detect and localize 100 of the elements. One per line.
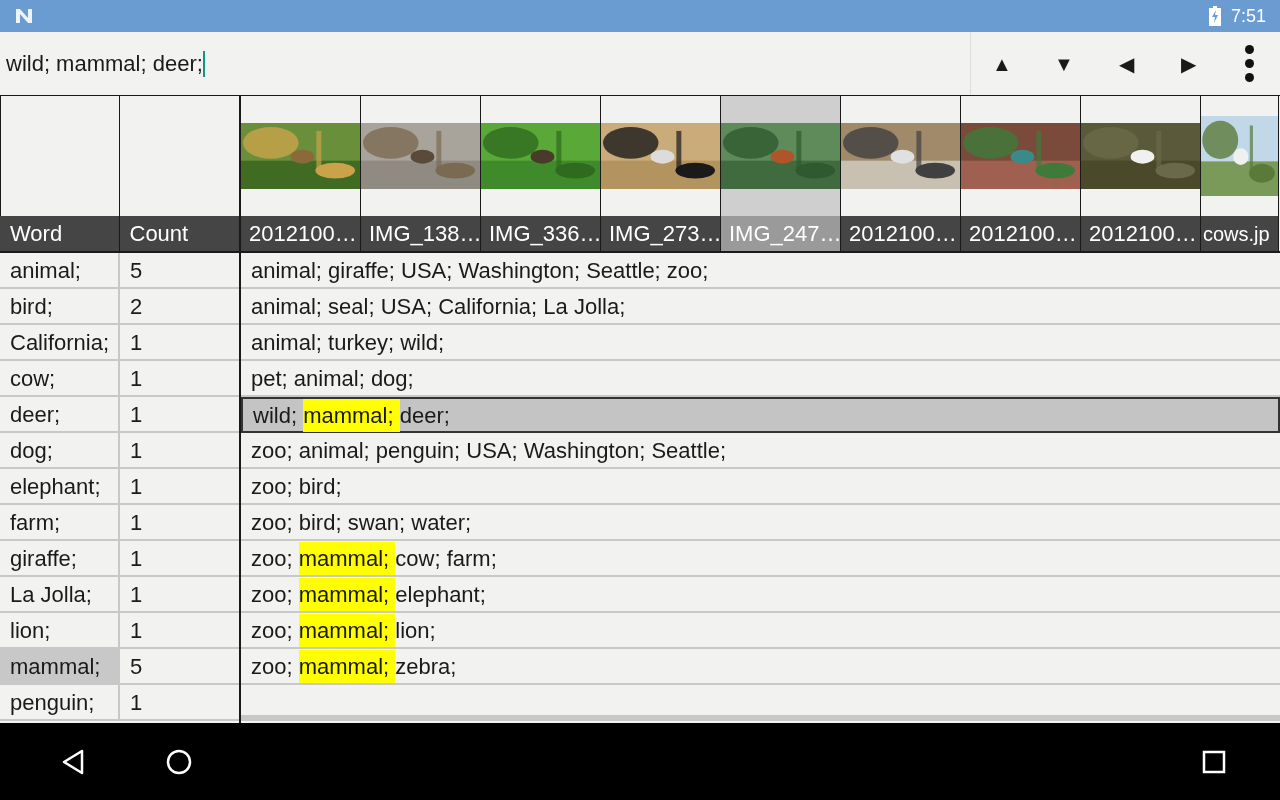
search-field[interactable]: wild; mammal; deer; bbox=[0, 32, 970, 95]
tag-text: zoo; bbox=[251, 472, 294, 501]
tag-text: mammal; bbox=[298, 649, 396, 683]
word-cell[interactable]: California; bbox=[0, 325, 120, 359]
tag-text: giraffe; bbox=[328, 256, 396, 285]
count-cell-text: 1 bbox=[129, 328, 144, 357]
tag-text: animal; bbox=[251, 292, 323, 321]
count-cell-text: 1 bbox=[129, 616, 144, 645]
nav-button[interactable]: ▼ bbox=[1033, 32, 1095, 95]
caption-row[interactable]: zoo; bird; swan; water; bbox=[241, 505, 1280, 541]
tag-text: zebra; bbox=[395, 652, 457, 681]
tag-text: wild; bbox=[400, 328, 445, 357]
count-cell-text: 2 bbox=[129, 292, 144, 321]
thumbnail-tile[interactable]: IMG_336… bbox=[481, 96, 601, 251]
nav-button[interactable]: ▲ bbox=[971, 32, 1033, 95]
tag-text: animal; bbox=[251, 328, 323, 357]
caption-row[interactable]: zoo; mammal; elephant; bbox=[241, 577, 1280, 613]
tag-text: dog; bbox=[370, 364, 414, 393]
recents-icon[interactable] bbox=[1202, 749, 1226, 774]
caption-row[interactable]: animal; turkey; wild; bbox=[241, 325, 1280, 361]
tag-text: USA; bbox=[380, 292, 433, 321]
tag-text: USA; bbox=[466, 436, 519, 465]
tag-text: cow; bbox=[395, 544, 442, 573]
count-cell-text: 5 bbox=[129, 256, 144, 285]
tag-text: bird; bbox=[298, 508, 343, 537]
count-cell-text: 1 bbox=[129, 364, 144, 393]
caption-row[interactable]: zoo; bird; bbox=[241, 469, 1280, 505]
tag-text: farm; bbox=[446, 544, 497, 573]
word-cell[interactable]: deer; bbox=[0, 397, 120, 431]
word-cell[interactable]: bird; bbox=[0, 289, 120, 323]
tag-text: zoo; bbox=[251, 652, 294, 681]
count-cell-text: 1 bbox=[129, 580, 144, 609]
thumbnail-label: 2012100… bbox=[841, 216, 960, 251]
tag-text: zoo; bbox=[666, 256, 709, 285]
tag-text: elephant; bbox=[395, 580, 486, 609]
nav-button[interactable]: ▶ bbox=[1157, 32, 1219, 95]
word-cell[interactable]: animal; bbox=[0, 253, 120, 287]
tag-text: seal; bbox=[328, 292, 376, 321]
tag-text: Seattle; bbox=[651, 436, 726, 465]
tag-text: water; bbox=[411, 508, 472, 537]
thumbnail-tile[interactable]: IMG_273… bbox=[601, 96, 721, 251]
tag-text: mammal; bbox=[298, 541, 396, 575]
word-cell[interactable]: farm; bbox=[0, 505, 120, 539]
caption-row[interactable]: zoo; animal; penguin; USA; Washington; Seattle; bbox=[241, 433, 1280, 469]
tag-text: zoo; bbox=[251, 580, 294, 609]
tag-text: mammal; bbox=[303, 398, 400, 432]
tag-text: penguin; bbox=[375, 436, 462, 465]
tag-text: swan; bbox=[347, 508, 407, 537]
caption-row[interactable]: wild; mammal; deer; bbox=[241, 397, 1280, 433]
thumbnail-label: 2012100… bbox=[961, 216, 1080, 251]
back-icon[interactable] bbox=[60, 748, 86, 775]
tag-text: bird; bbox=[298, 472, 342, 501]
thumbnail-tile[interactable]: IMG_138… bbox=[361, 96, 481, 251]
count-cell-text: 1 bbox=[129, 688, 144, 717]
tag-text: USA; bbox=[401, 256, 454, 285]
nav-button[interactable]: ◀ bbox=[1095, 32, 1157, 95]
home-icon[interactable] bbox=[166, 748, 192, 775]
clock: 7:51 bbox=[1230, 4, 1266, 28]
thumbnail-tile[interactable]: 2012100… bbox=[241, 96, 361, 251]
word-cell[interactable]: La Jolla; bbox=[0, 577, 120, 611]
tag-text: animal; bbox=[293, 364, 366, 393]
tag-text: turkey; bbox=[328, 328, 396, 357]
battery-charging-icon bbox=[1208, 6, 1221, 26]
thumbnail-label: 2012100… bbox=[1081, 216, 1200, 251]
count-cell-text: 5 bbox=[129, 652, 144, 681]
caption-row[interactable]: zoo; mammal; lion; bbox=[241, 613, 1280, 649]
word-cell[interactable]: elephant; bbox=[0, 469, 120, 503]
thumbnail-label: IMG_336… bbox=[481, 216, 600, 251]
count-cell-text: 1 bbox=[129, 436, 144, 465]
word-cell[interactable]: mammal; bbox=[0, 649, 120, 683]
word-cell[interactable]: dog; bbox=[0, 433, 120, 467]
tag-text: Washington; bbox=[523, 436, 647, 465]
caption-row[interactable]: zoo; mammal; zebra; bbox=[241, 649, 1280, 685]
thumbnail-label: cows.jp bbox=[1201, 216, 1278, 251]
tag-text: Seattle; bbox=[586, 256, 662, 285]
thumbnail-tile[interactable]: 2012100… bbox=[1081, 96, 1201, 251]
tag-text: Washington; bbox=[458, 256, 581, 285]
caption-row[interactable]: animal; giraffe; USA; Washington; Seattle; zoo; bbox=[241, 253, 1280, 289]
thumbnail-label: IMG_138… bbox=[361, 216, 480, 251]
tag-text: lion; bbox=[395, 616, 436, 645]
word-cell[interactable]: giraffe; bbox=[0, 541, 120, 575]
column-header[interactable]: Word bbox=[0, 216, 120, 251]
tag-text: wild; bbox=[253, 401, 298, 430]
thumbnail-label: 2012100… bbox=[241, 216, 360, 251]
tag-text: zoo; bbox=[251, 436, 294, 465]
caption-row[interactable]: animal; seal; USA; California; La Jolla; bbox=[241, 289, 1280, 325]
word-cell[interactable]: cow; bbox=[0, 361, 120, 395]
count-cell-text: 1 bbox=[129, 472, 144, 501]
caption-row[interactable]: zoo; mammal; cow; farm; bbox=[241, 541, 1280, 577]
thumbnail-tile[interactable]: 2012100… bbox=[961, 96, 1081, 251]
thumbnail-tile[interactable]: 2012100… bbox=[841, 96, 961, 251]
tag-text: mammal; bbox=[298, 613, 396, 647]
tag-text: zoo; bbox=[251, 544, 294, 573]
tag-text: animal; bbox=[298, 436, 371, 465]
tag-text: La Jolla; bbox=[543, 292, 626, 321]
count-cell-text: 1 bbox=[129, 544, 144, 573]
word-cell[interactable]: penguin; bbox=[0, 685, 120, 719]
column-header[interactable]: Count bbox=[119, 216, 239, 251]
thumbnail-label: IMG_273… bbox=[601, 216, 720, 251]
word-cell[interactable]: lion; bbox=[0, 613, 120, 647]
